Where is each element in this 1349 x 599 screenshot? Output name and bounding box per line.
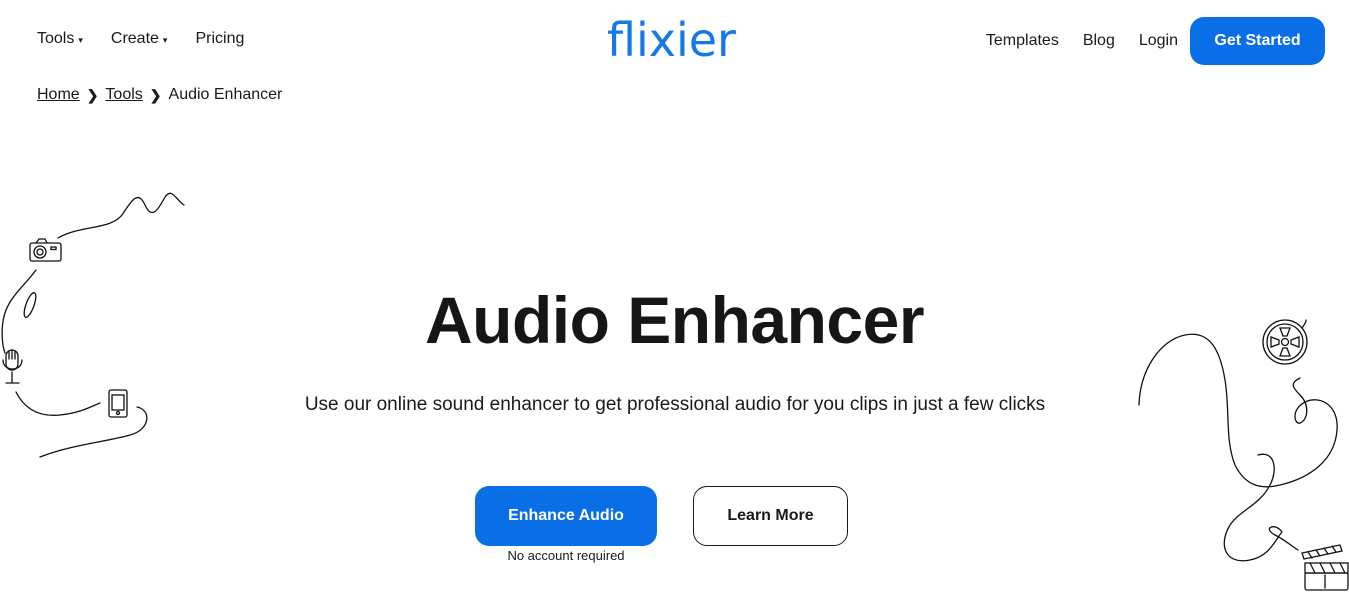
- nav-tools[interactable]: Tools ▾: [37, 30, 83, 48]
- nav-login[interactable]: Login: [1139, 32, 1178, 50]
- chevron-right-icon: ❯: [86, 86, 99, 103]
- flixier-logo[interactable]: flixier: [607, 12, 736, 68]
- doodle-loop: [23, 292, 37, 318]
- breadcrumb: Home ❯ Tools ❯ Audio Enhancer: [37, 86, 282, 104]
- primary-nav-left: Tools ▾ Create ▾ Pricing: [37, 30, 244, 48]
- chevron-right-icon: ❯: [149, 86, 162, 103]
- breadcrumb-current: Audio Enhancer: [168, 86, 283, 103]
- nav-pricing[interactable]: Pricing: [195, 30, 244, 48]
- doodle-line: [39, 406, 148, 458]
- caret-down-icon: ▾: [78, 34, 83, 45]
- nav-pricing-label: Pricing: [195, 30, 245, 47]
- left-doodle: [1, 192, 185, 458]
- breadcrumb-tools[interactable]: Tools: [105, 86, 142, 104]
- learn-more-button[interactable]: Learn More: [693, 486, 848, 546]
- right-doodle: [1138, 319, 1349, 591]
- film-reel-icon: [1262, 319, 1308, 365]
- nav-tools-label: Tools: [37, 30, 75, 47]
- nav-create[interactable]: Create ▾: [111, 30, 168, 48]
- caret-down-icon: ▾: [162, 34, 168, 45]
- doodle-line: [15, 391, 101, 416]
- doodle-line: [1223, 453, 1299, 562]
- camera-icon: [29, 238, 62, 262]
- nav-create-label: Create: [110, 30, 159, 47]
- nav-templates[interactable]: Templates: [986, 32, 1059, 50]
- breadcrumb-home[interactable]: Home: [37, 86, 80, 104]
- primary-nav-right: Templates Blog Login Get Started: [986, 17, 1325, 65]
- hero-subtitle: Use our online sound enhancer to get pro…: [304, 394, 1046, 415]
- microphone-icon: [2, 349, 23, 384]
- get-started-button[interactable]: Get Started: [1190, 17, 1325, 65]
- doodle-line: [1138, 333, 1338, 488]
- doodle-line: [57, 192, 185, 239]
- nav-blog[interactable]: Blog: [1083, 32, 1115, 50]
- clapperboard-icon: [1301, 544, 1349, 591]
- enhance-audio-button[interactable]: Enhance Audio: [475, 486, 657, 546]
- phone-icon: [108, 389, 128, 418]
- no-account-note: No account required: [507, 548, 625, 563]
